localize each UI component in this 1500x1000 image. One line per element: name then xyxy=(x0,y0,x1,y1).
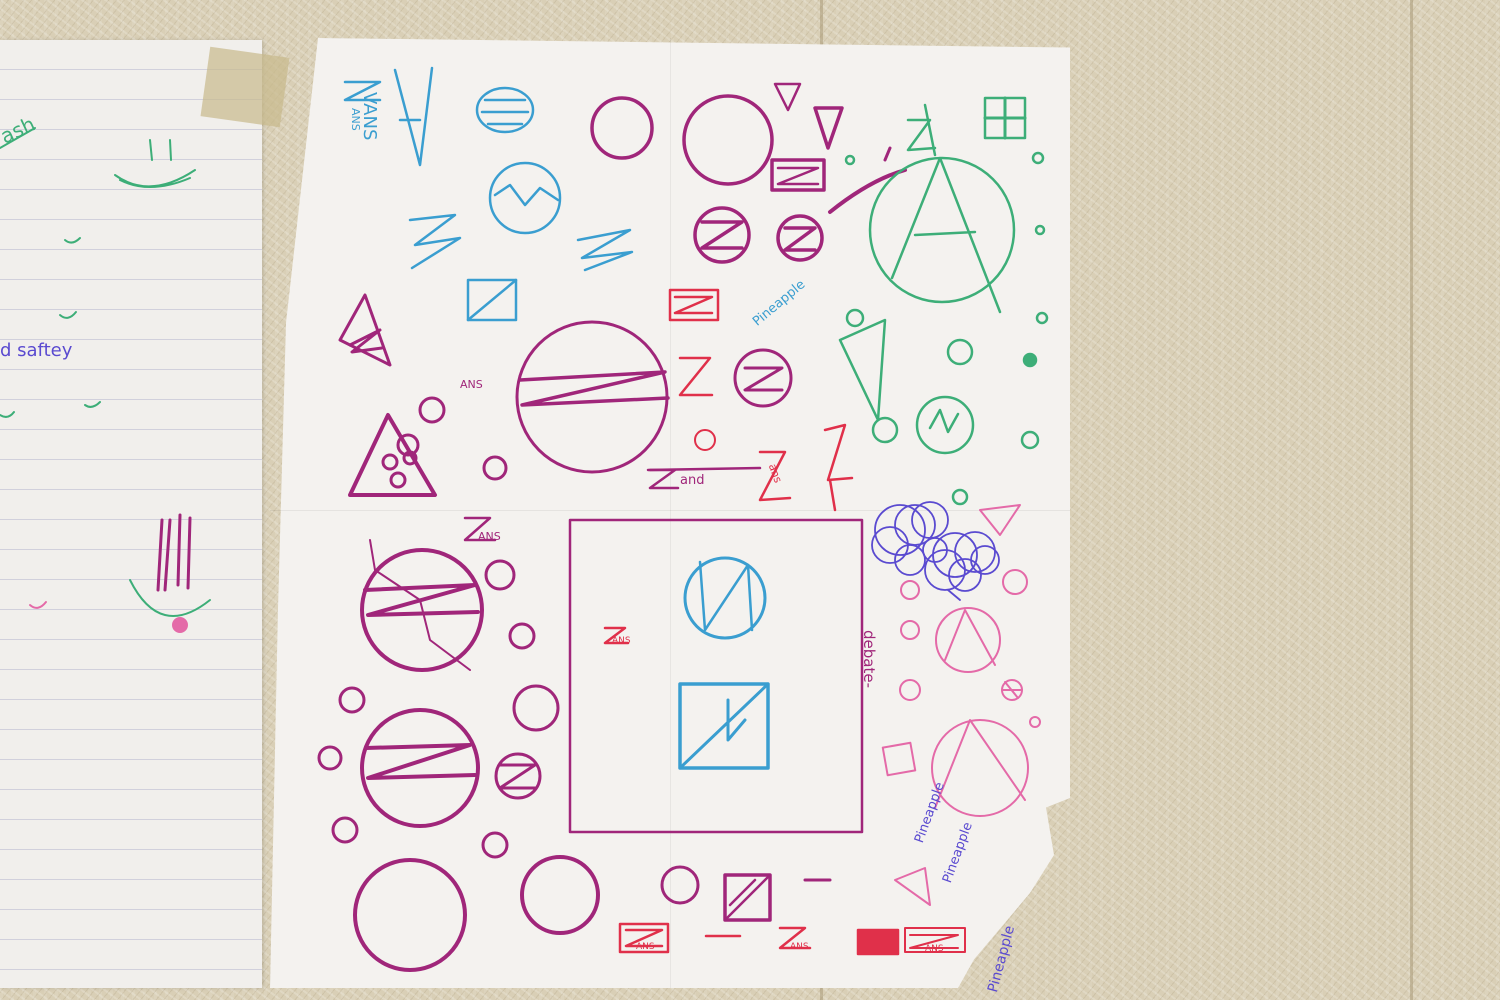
purple-scribble-circles xyxy=(871,501,1000,601)
bottom-red-row xyxy=(618,922,900,956)
blue-ans-label: ANS xyxy=(349,108,362,131)
center-square xyxy=(568,518,864,834)
left-sheet-doodles xyxy=(0,127,211,633)
magenta-circles-top xyxy=(590,82,907,264)
green-doodles-top-right xyxy=(838,96,1049,506)
bottom-ans-label-3: ANS xyxy=(925,944,944,954)
magenta-circles-bottom-left xyxy=(317,539,832,972)
ans-small-label: ANS xyxy=(460,378,483,391)
vans-label: VANS xyxy=(359,92,380,141)
left-sheet-word-safety: d saftey xyxy=(0,340,73,361)
pink-right-column xyxy=(881,504,1041,953)
ans-box-label: ANS xyxy=(612,636,631,646)
marker-drawings xyxy=(0,66,1049,972)
bottom-ans-label-1: ANS xyxy=(636,942,655,952)
ans-big-label: ANS xyxy=(478,530,501,543)
bottom-ans-label-2: ANS xyxy=(790,942,809,952)
magenta-middle-left xyxy=(338,293,793,497)
blue-doodles-top-left xyxy=(343,66,634,322)
red-zans-marks xyxy=(463,288,854,542)
debate-label: debate- xyxy=(860,630,878,688)
zand-label: and xyxy=(680,473,705,488)
